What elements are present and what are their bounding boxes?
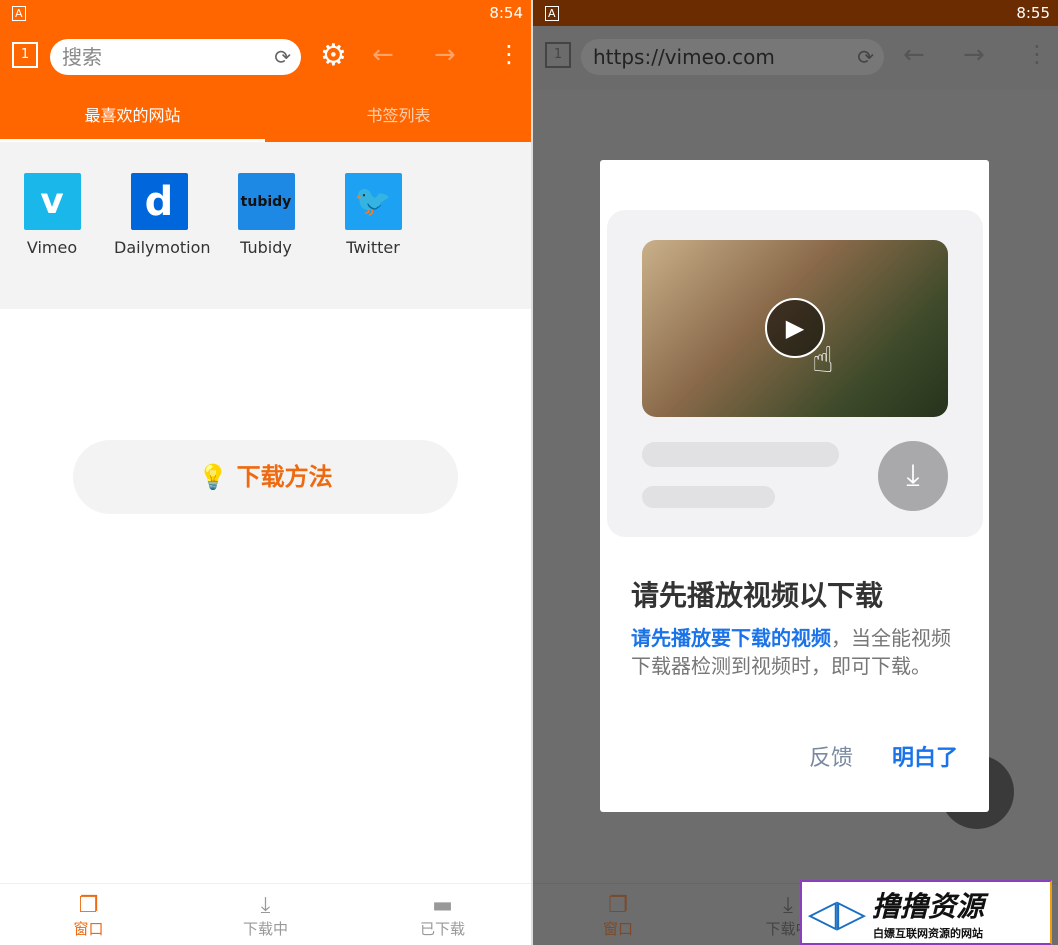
video-thumbnail: ▶ ☝	[642, 240, 948, 417]
download-icon: ⤓	[878, 441, 948, 511]
back-arrow-icon[interactable]: ←	[372, 40, 394, 70]
gear-icon[interactable]: ⚙	[320, 38, 347, 73]
url-text: https://vimeo.com	[593, 45, 775, 69]
howto-label: 下载方法	[236, 463, 333, 491]
nav-downloading[interactable]: ⤓ 下载中	[177, 884, 354, 945]
got-it-button[interactable]: 明白了	[892, 740, 958, 772]
dialog-body: 请先播放要下载的视频，当全能视频下载器检测到视频时，即可下载。	[631, 624, 951, 680]
forward-arrow-icon[interactable]: →	[434, 40, 456, 70]
notification-icon: A	[545, 5, 559, 21]
dialog-body-highlight: 请先播放要下载的视频	[631, 626, 831, 650]
nav-label: 窗口	[73, 920, 104, 938]
nav-label: 已下载	[419, 920, 465, 938]
vimeo-logo-icon: v	[23, 173, 81, 230]
status-bar: A 8:55	[533, 0, 1058, 26]
favorite-vimeo[interactable]: v Vimeo	[7, 173, 97, 257]
tab-bookmarks[interactable]: 书签列表	[266, 90, 531, 142]
lightbulb-icon: 💡	[198, 463, 229, 491]
placeholder-bar	[642, 486, 775, 508]
dailymotion-logo-icon: d	[130, 173, 188, 230]
right-screen: A 8:55 1 https://vimeo.com ⟳ ← → ⋮ ❐ 窗口 ⤓ 下…	[533, 0, 1058, 945]
favorite-twitter[interactable]: 🐦 Twitter	[328, 173, 418, 257]
notification-icon: A	[12, 5, 26, 21]
watermark-emblem-icon: ◁▷	[807, 890, 867, 935]
folder-icon: ▬	[432, 893, 453, 918]
tab-bar: 最喜欢的网站 书签列表	[0, 90, 531, 142]
reload-icon[interactable]: ⟳	[274, 39, 291, 75]
favorite-label: Tubidy	[240, 238, 292, 257]
reload-icon[interactable]: ⟳	[857, 39, 874, 75]
play-first-dialog: ▶ ☝ ⤓ 请先播放视频以下载 请先播放要下载的视频，当全能视频下载器检测到视频…	[600, 160, 989, 812]
status-time: 8:55	[1016, 4, 1050, 22]
favorite-tubidy[interactable]: tubidy Tubidy	[221, 173, 311, 257]
search-input[interactable]: 搜索 ⟳	[50, 39, 301, 75]
favorite-label: Vimeo	[26, 238, 78, 257]
url-input[interactable]: https://vimeo.com ⟳	[581, 39, 884, 75]
download-howto-button[interactable]: 💡 下载方法	[73, 440, 458, 514]
left-screen: A 8:54 1 搜索 ⟳ ⚙ ← → ⋮ 最喜欢的网站 书签列表 v Vimeo …	[0, 0, 531, 945]
favorite-label: Dailymotion	[114, 238, 211, 257]
nav-label: 窗口	[602, 920, 633, 938]
download-icon: ⤓	[260, 893, 271, 918]
favorite-label: Twitter	[346, 238, 400, 257]
feedback-button[interactable]: 反馈	[809, 740, 853, 772]
tab-count-button[interactable]: 1	[12, 42, 38, 68]
back-arrow-icon[interactable]: ←	[903, 40, 925, 70]
tubidy-logo-icon: tubidy	[237, 173, 295, 230]
watermark-logo: ◁▷ 撸撸资源 白嫖互联网资源的网站	[800, 880, 1052, 945]
placeholder-bar	[642, 442, 839, 467]
nav-windows[interactable]: ❐ 窗口	[0, 884, 177, 945]
windows-icon: ❐	[608, 893, 628, 918]
toolbar: 1 https://vimeo.com ⟳ ← → ⋮	[533, 26, 1058, 90]
illustration-card: ▶ ☝ ⤓	[607, 210, 983, 537]
windows-icon: ❐	[78, 893, 99, 918]
status-time: 8:54	[489, 4, 523, 22]
status-bar: A 8:54	[0, 0, 531, 26]
nav-label: 下载中	[242, 920, 288, 938]
more-menu-icon[interactable]: ⋮	[497, 40, 521, 68]
tab-count-button[interactable]: 1	[545, 42, 571, 68]
forward-arrow-icon[interactable]: →	[963, 40, 985, 70]
more-menu-icon[interactable]: ⋮	[1025, 40, 1049, 68]
bottom-nav: ❐ 窗口 ⤓ 下载中 ▬ 已下载	[0, 883, 531, 945]
watermark-title: 撸撸资源	[872, 889, 985, 923]
hand-pointer-icon: ☝	[812, 340, 834, 381]
search-placeholder: 搜索	[62, 45, 102, 69]
nav-downloaded[interactable]: ▬ 已下载	[354, 884, 531, 945]
toolbar: 1 搜索 ⟳ ⚙ ← → ⋮	[0, 26, 531, 90]
twitter-bird-icon: 🐦	[344, 173, 402, 230]
watermark-subtitle: 白嫖互联网资源的网站	[873, 926, 983, 940]
nav-windows[interactable]: ❐ 窗口	[533, 884, 703, 945]
dialog-title: 请先播放视频以下载	[631, 579, 884, 612]
favorite-dailymotion[interactable]: d Dailymotion	[114, 173, 211, 257]
tab-favorites[interactable]: 最喜欢的网站	[0, 90, 265, 142]
